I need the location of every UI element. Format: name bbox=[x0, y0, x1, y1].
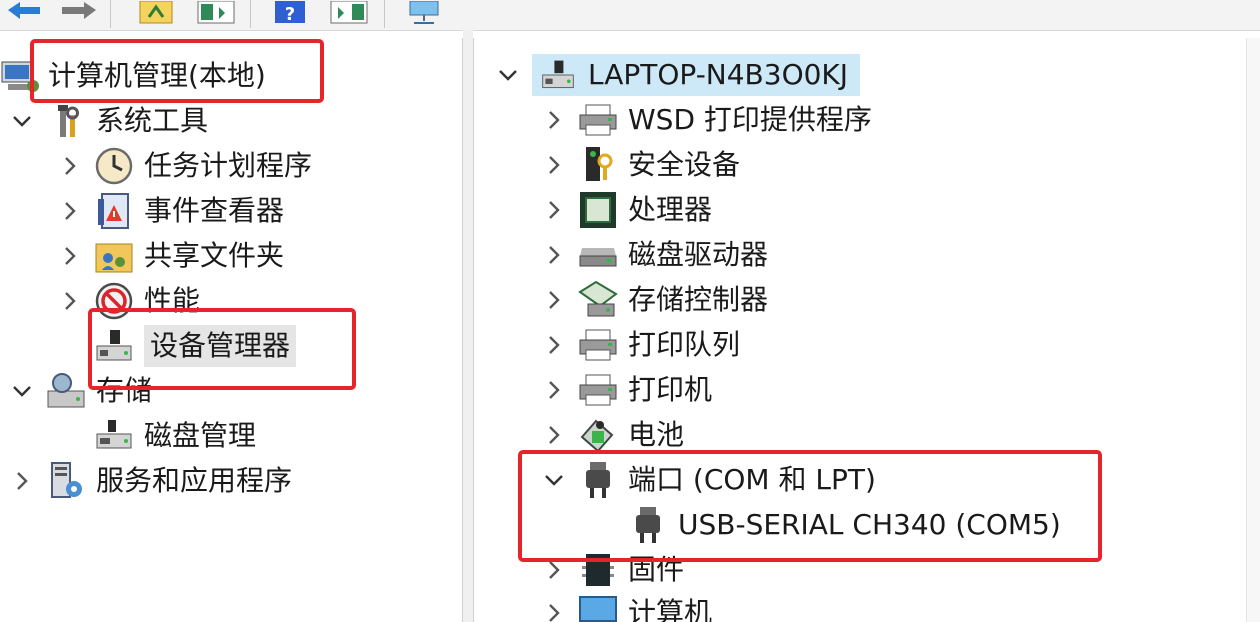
processor-icon bbox=[578, 190, 618, 230]
printer-icon bbox=[578, 100, 618, 140]
chevron-right-icon[interactable] bbox=[56, 197, 84, 225]
device-category-label: 计算机 bbox=[628, 596, 713, 622]
disk-drive-icon bbox=[578, 235, 618, 275]
chevron-down-icon[interactable] bbox=[494, 61, 522, 89]
device-category-computer[interactable]: 计算机 bbox=[540, 592, 712, 622]
computer-node: LAPTOP-N4B3O0KJ bbox=[532, 54, 861, 96]
chevron-right-icon[interactable] bbox=[56, 152, 84, 180]
chevron-right-icon[interactable] bbox=[8, 467, 36, 495]
tree-item-services-apps[interactable]: 服务和应用程序 bbox=[8, 460, 292, 502]
storage-controller-icon bbox=[578, 280, 618, 320]
chevron-right-icon[interactable] bbox=[540, 151, 568, 179]
tree-item-system-tools[interactable]: 系统工具 bbox=[8, 100, 208, 142]
chevron-right-icon[interactable] bbox=[540, 599, 568, 622]
tree-item-label: 服务和应用程序 bbox=[96, 464, 293, 497]
tree-item-event-viewer[interactable]: 事件查看器 bbox=[56, 190, 284, 232]
console-tree-icon bbox=[197, 1, 235, 24]
services-icon bbox=[46, 461, 86, 501]
monitor-icon bbox=[578, 593, 618, 622]
highlight-box-root bbox=[30, 39, 324, 103]
device-category-print-queues[interactable]: 打印队列 bbox=[540, 324, 740, 366]
forward-button[interactable] bbox=[56, 0, 100, 26]
tree-item-label: 共享文件夹 bbox=[144, 239, 285, 272]
highlight-box-device-manager bbox=[88, 308, 356, 390]
tree-item-disk-management[interactable]: 磁盘管理 bbox=[94, 415, 256, 457]
svg-text:?: ? bbox=[285, 4, 295, 25]
device-tree-root[interactable]: LAPTOP-N4B3O0KJ bbox=[494, 54, 861, 96]
device-category-wsd[interactable]: WSD 打印提供程序 bbox=[540, 99, 872, 141]
chevron-right-icon[interactable] bbox=[540, 241, 568, 269]
toolbar: ? bbox=[0, 0, 1260, 31]
chevron-down-icon[interactable] bbox=[8, 107, 36, 135]
printer-icon bbox=[578, 370, 618, 410]
chevron-right-icon[interactable] bbox=[56, 287, 84, 315]
device-category-printers[interactable]: 打印机 bbox=[540, 369, 712, 411]
device-category-label: 打印队列 bbox=[628, 328, 741, 361]
event-viewer-icon bbox=[94, 191, 134, 231]
device-category-label: 磁盘驱动器 bbox=[628, 238, 769, 271]
help-button[interactable]: ? bbox=[270, 0, 310, 26]
action-pane-button[interactable] bbox=[326, 0, 372, 26]
back-arrow-icon bbox=[8, 2, 40, 19]
tree-item-label: 系统工具 bbox=[96, 104, 209, 137]
tree-item-label: 事件查看器 bbox=[144, 194, 285, 227]
device-category-security[interactable]: 安全设备 bbox=[540, 144, 740, 186]
chevron-right-icon[interactable] bbox=[540, 421, 568, 449]
chevron-right-icon[interactable] bbox=[540, 286, 568, 314]
storage-icon bbox=[46, 371, 86, 411]
device-category-label: 存储控制器 bbox=[628, 283, 769, 316]
tree-item-shared-folders[interactable]: 共享文件夹 bbox=[56, 235, 284, 277]
back-button[interactable] bbox=[4, 0, 44, 26]
device-category-label: 打印机 bbox=[628, 373, 713, 406]
vertical-scrollbar[interactable] bbox=[1246, 38, 1260, 622]
tree-item-label: 磁盘管理 bbox=[144, 419, 257, 452]
battery-icon bbox=[578, 415, 618, 455]
chevron-right-icon[interactable] bbox=[540, 331, 568, 359]
tree-item-label: 任务计划程序 bbox=[144, 149, 313, 182]
device-category-storage-controllers[interactable]: 存储控制器 bbox=[540, 279, 768, 321]
chevron-right-icon[interactable] bbox=[540, 106, 568, 134]
device-category-disk-drives[interactable]: 磁盘驱动器 bbox=[540, 234, 768, 276]
up-button[interactable] bbox=[136, 0, 176, 26]
connect-button[interactable] bbox=[402, 0, 446, 26]
computer-icon bbox=[540, 57, 576, 93]
monitor-icon bbox=[409, 1, 439, 24]
chevron-right-icon[interactable] bbox=[540, 376, 568, 404]
help-icon: ? bbox=[275, 1, 305, 25]
chevron-right-icon[interactable] bbox=[540, 196, 568, 224]
disk-management-icon bbox=[94, 416, 134, 456]
device-category-processor[interactable]: 处理器 bbox=[540, 189, 712, 231]
computer-name: LAPTOP-N4B3O0KJ bbox=[588, 58, 849, 91]
device-category-label: WSD 打印提供程序 bbox=[628, 103, 872, 136]
clock-icon bbox=[94, 146, 134, 186]
chevron-right-icon[interactable] bbox=[56, 242, 84, 270]
tools-icon bbox=[46, 101, 86, 141]
show-hide-tree-button[interactable] bbox=[194, 0, 238, 26]
highlight-box-ports bbox=[518, 450, 1102, 562]
forward-arrow-icon bbox=[62, 2, 96, 19]
tree-item-task-scheduler[interactable]: 任务计划程序 bbox=[56, 145, 312, 187]
folder-up-icon bbox=[139, 1, 173, 24]
shared-folder-icon bbox=[94, 236, 134, 276]
pane-splitter[interactable] bbox=[463, 30, 473, 622]
action-pane-icon bbox=[330, 1, 368, 24]
chevron-down-icon[interactable] bbox=[8, 377, 36, 405]
security-device-icon bbox=[578, 145, 618, 185]
device-category-label: 处理器 bbox=[628, 193, 713, 226]
device-category-label: 安全设备 bbox=[628, 148, 741, 181]
print-queue-icon bbox=[578, 325, 618, 365]
